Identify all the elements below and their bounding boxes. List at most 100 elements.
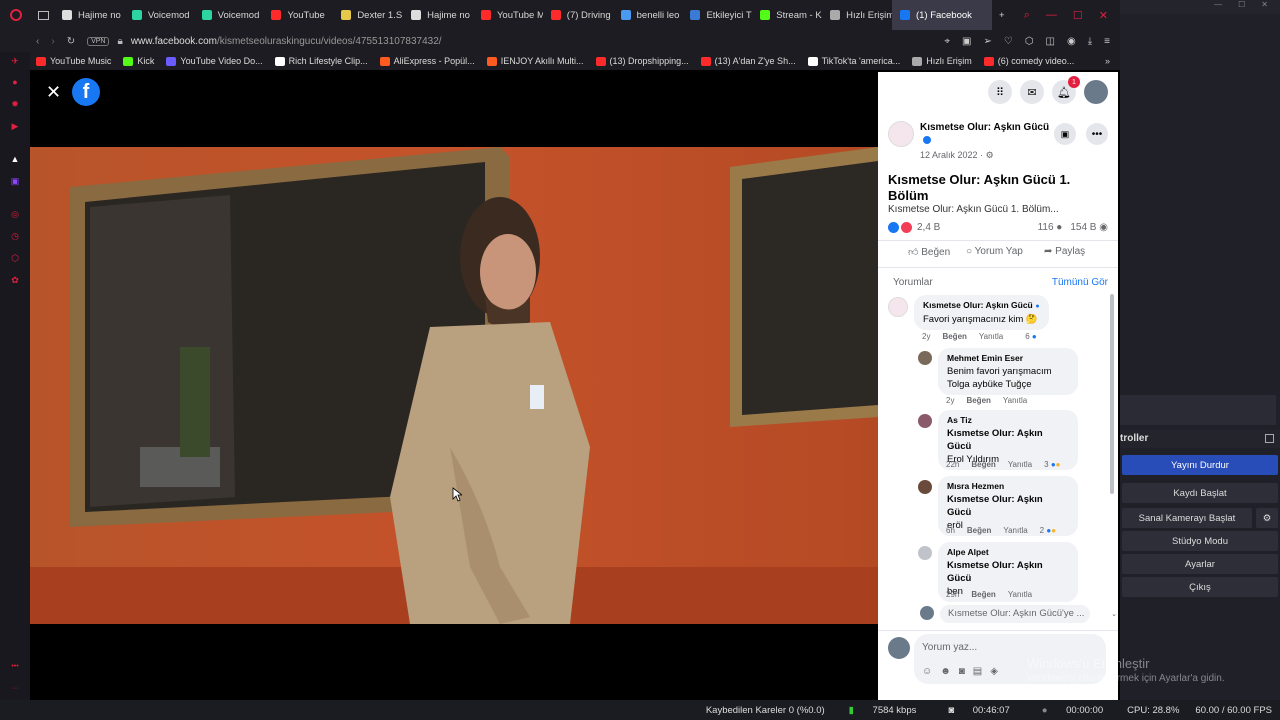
comment-like-button[interactable]: Beğen (967, 526, 991, 535)
comment-reply-button[interactable]: Yanıtla (1003, 396, 1027, 405)
page-avatar[interactable] (888, 121, 914, 147)
stop-stream-button[interactable]: Yayını Durdur (1122, 455, 1278, 475)
comment-author[interactable]: Mısra Hezmen (947, 481, 1004, 491)
messenger-icon[interactable]: ✈ (9, 55, 21, 67)
bookmark-item[interactable]: (6) comedy video... (978, 56, 1081, 66)
music-icon[interactable]: ▶ (9, 120, 21, 132)
forward-icon[interactable]: › (51, 36, 54, 47)
history-icon[interactable]: ◷ (9, 230, 21, 242)
more-options-icon[interactable]: ••• (1086, 123, 1108, 145)
comment-reply-button[interactable]: Yanıtla (1008, 590, 1032, 599)
heart-icon[interactable]: ♡ (1004, 36, 1013, 47)
profile-icon[interactable]: ◉ (1067, 36, 1076, 47)
reactions-summary[interactable]: 2,4 B (888, 222, 940, 233)
camera-icon[interactable]: ◙ (959, 666, 965, 677)
comment-input[interactable]: Yorum yaz... (922, 642, 977, 653)
browser-tab[interactable]: Dexter 1.S (333, 0, 403, 30)
speed-dial-icon[interactable]: ◎ (9, 208, 21, 220)
like-button[interactable]: 👍︎ Beğen (908, 246, 950, 258)
new-tab-button[interactable]: + (992, 0, 1012, 30)
comment-button[interactable]: ○ Yorum Yap (966, 246, 1023, 257)
snapshot-icon[interactable]: ⌖ (944, 36, 950, 47)
twitch-icon[interactable]: ▣ (9, 175, 21, 187)
comment-reply-button[interactable]: Yanıtla (979, 332, 1003, 341)
comment-like-button[interactable]: Beğen (971, 460, 995, 469)
comment-author[interactable]: Mehmet Emin Eser (947, 353, 1023, 363)
aria-icon[interactable]: ▲ (9, 153, 21, 165)
comment-author[interactable]: Alpe Alpet (947, 547, 989, 557)
comment-avatar[interactable] (918, 546, 932, 560)
browser-tab[interactable]: Hajime no (54, 0, 124, 30)
maximize-icon[interactable]: ☐ (1073, 9, 1083, 22)
obs-maximize-icon[interactable]: ☐ (1238, 0, 1245, 14)
browser-tab[interactable]: Voicemod (194, 0, 264, 30)
browser-tab[interactable]: YouTube (263, 0, 333, 30)
browser-tab[interactable]: Hızlı Erişim (822, 0, 892, 30)
exit-button[interactable]: Çıkış (1122, 577, 1278, 597)
browser-tab[interactable]: Etkileyici T (682, 0, 752, 30)
settings-button[interactable]: Ayarlar (1122, 554, 1278, 574)
close-viewer-icon[interactable]: ✕ (46, 82, 61, 103)
comment-mention[interactable]: Kısmetse Olur: Aşkın Gücü (947, 493, 1069, 519)
wallet-icon[interactable]: ◫ (1046, 36, 1055, 47)
notification-icon[interactable]: ● (9, 76, 21, 88)
reply-input[interactable]: Kısmetse Olur: Aşkın Gücü'ye ... (940, 605, 1090, 623)
browser-logo-icon[interactable] (0, 9, 32, 21)
comment-mention[interactable]: Kısmetse Olur: Aşkın Gücü (947, 427, 1069, 453)
lightbulb-icon[interactable]: ✹ (9, 98, 21, 110)
browser-tab[interactable]: Hajime no (403, 0, 473, 30)
start-virtual-camera-button[interactable]: Sanal Kamerayı Başlat (1122, 508, 1252, 528)
comment-avatar[interactable] (918, 480, 932, 494)
comment-like-button[interactable]: Beğen (971, 590, 995, 599)
save-icon[interactable]: ▣ (1054, 123, 1076, 145)
facebook-logo-icon[interactable]: f (72, 78, 100, 106)
easy-setup-icon[interactable]: ▣ (962, 36, 971, 47)
share-button[interactable]: ➦ Paylaş (1044, 246, 1085, 257)
comment-like-button[interactable]: Beğen (942, 332, 966, 341)
obs-minimize-icon[interactable]: — (1214, 0, 1222, 14)
undock-icon[interactable] (1265, 434, 1274, 443)
minimize-icon[interactable]: — (1046, 9, 1057, 22)
comment-avatar[interactable] (918, 351, 932, 365)
page-name[interactable]: Kısmetse Olur: Aşkın Gücü (920, 122, 1049, 133)
bookmark-item[interactable]: TikTok'ta 'america... (802, 56, 907, 66)
vpn-badge[interactable]: VPN (87, 36, 110, 46)
browser-tab[interactable]: Voicemod (124, 0, 194, 30)
comments-count[interactable]: 116 ● (1038, 222, 1063, 233)
extensions-icon[interactable]: ⬡ (1025, 36, 1034, 47)
browser-tab[interactable]: (1) Facebook (891, 0, 992, 30)
search-tabs-icon[interactable]: ⌕ (1024, 9, 1030, 22)
comment-reply-button[interactable]: Yanıtla (1003, 526, 1027, 535)
more-icon[interactable]: ••• (9, 660, 21, 672)
avatar-sticker-icon[interactable]: ☺ (922, 666, 932, 677)
post-description[interactable]: Kısmetse Olur: Aşkın Gücü 1. Bölüm... (888, 204, 1059, 215)
extensions-side-icon[interactable]: ⬡ (9, 252, 21, 264)
scroll-down-icon[interactable]: ⌄ (1111, 610, 1117, 618)
send-icon[interactable]: ➢ (983, 36, 991, 47)
browser-tab[interactable]: YouTube M (473, 0, 543, 30)
see-all-link[interactable]: Tümünü Gör (1052, 277, 1108, 288)
comment-like-button[interactable]: Beğen (966, 396, 990, 405)
comment-author[interactable]: Kısmetse Olur: Aşkın Gücü (923, 300, 1033, 310)
bookmarks-overflow-icon[interactable]: » (1095, 56, 1120, 66)
gif-icon[interactable]: ▤ (973, 666, 982, 677)
bookmark-item[interactable]: Hızlı Erişim (906, 56, 978, 66)
studio-mode-button[interactable]: Stüdyo Modu (1122, 531, 1278, 551)
obs-close-icon[interactable]: ✕ (1261, 0, 1268, 14)
menu-icon[interactable]: ≡ (1104, 36, 1110, 47)
bookmark-item[interactable]: AliExpress - Popül... (374, 56, 481, 66)
sticker-icon[interactable]: ◈ (990, 666, 998, 677)
emoji-icon[interactable]: ☻ (940, 666, 951, 677)
close-window-icon[interactable]: ✕ (1099, 9, 1108, 22)
notifications-icon[interactable]: 🔔︎ 1 (1052, 76, 1080, 104)
comment-reply-button[interactable]: Yanıtla (1008, 460, 1032, 469)
menu-grid-icon[interactable]: ⠿ (988, 80, 1012, 104)
browser-tab[interactable]: Stream - K (752, 0, 822, 30)
comment-mention[interactable]: Kısmetse Olur: Aşkın Gücü (947, 559, 1069, 585)
comment-avatar[interactable] (918, 414, 932, 428)
messenger-chat-icon[interactable]: ✉ (1020, 80, 1044, 104)
bookmark-item[interactable]: Kick (117, 56, 160, 66)
browser-tab[interactable]: benelli leo (613, 0, 683, 30)
lock-icon[interactable]: 🔒︎ (117, 36, 122, 47)
url-field[interactable]: www.facebook.com/kismetseoluraskingucu/v… (131, 36, 442, 47)
